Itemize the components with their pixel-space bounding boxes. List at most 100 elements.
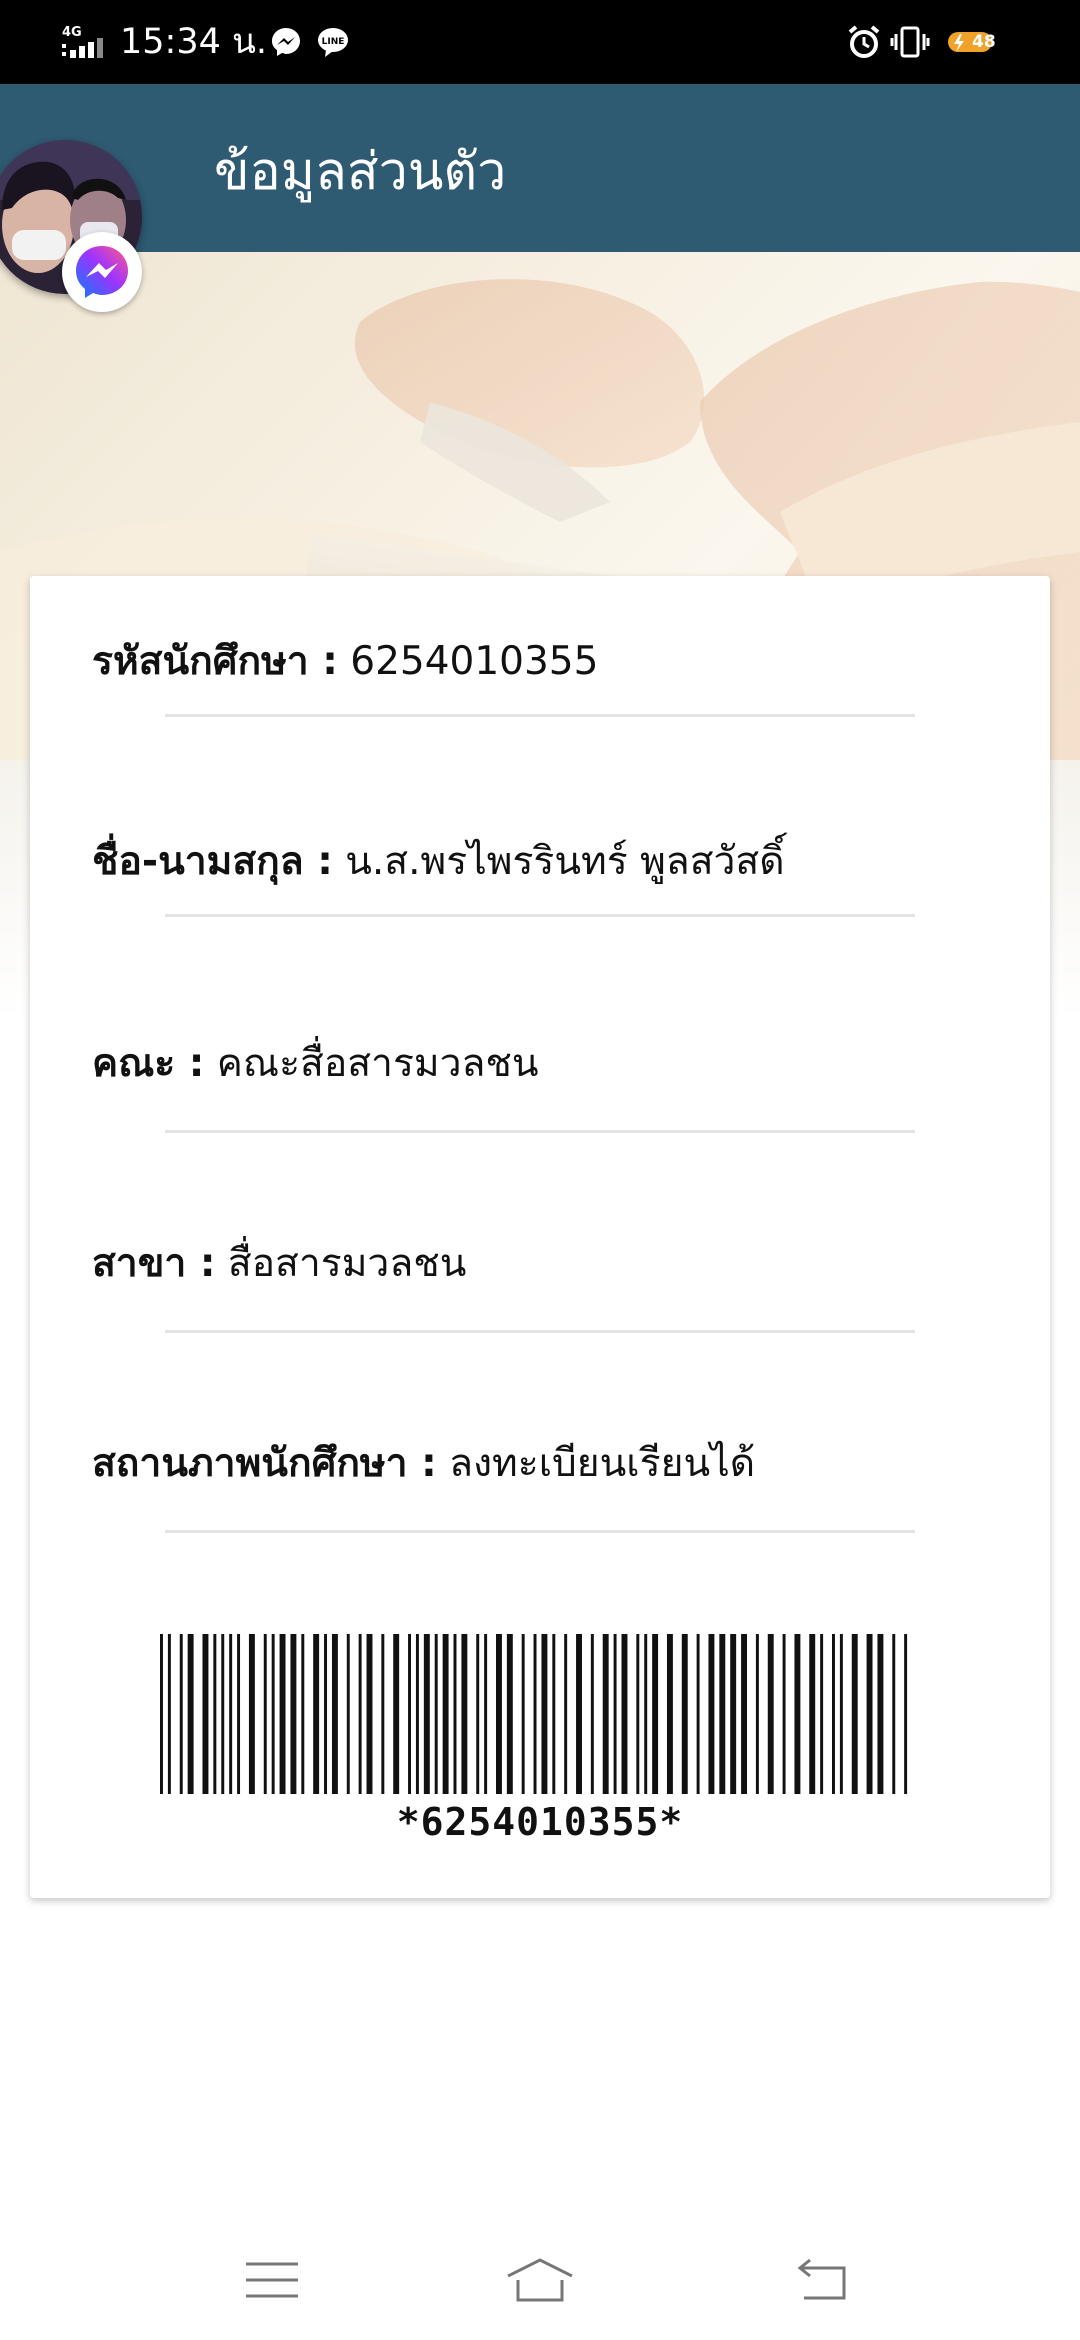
status-bar: 4G 15:34 น. LINE 48 bbox=[0, 0, 1080, 84]
barcode-bar bbox=[160, 1634, 163, 1794]
barcode-bar bbox=[904, 1634, 908, 1794]
system-navigation-bar bbox=[0, 2220, 1080, 2340]
barcode-bar bbox=[590, 1634, 594, 1794]
major-field: สาขา : สื่อสารมวลชน bbox=[92, 1238, 466, 1290]
status-time: 15:34 น. bbox=[120, 22, 268, 62]
major-value: สื่อสารมวลชน bbox=[215, 1241, 467, 1286]
faculty-field: คณะ : คณะสื่อสารมวลชน bbox=[92, 1038, 539, 1090]
barcode-bar bbox=[794, 1634, 801, 1794]
barcode-bar bbox=[476, 1634, 480, 1794]
barcode-bar bbox=[506, 1634, 513, 1794]
barcode-bar bbox=[708, 1634, 715, 1794]
barcode-bar bbox=[213, 1634, 217, 1794]
barcode-bar bbox=[461, 1634, 468, 1794]
barcode-bar bbox=[393, 1634, 400, 1794]
home-icon[interactable] bbox=[500, 2250, 580, 2310]
student-id-value: 6254010355 bbox=[337, 639, 599, 684]
alarm-icon bbox=[848, 25, 880, 58]
vibrate-icon bbox=[890, 26, 930, 58]
back-icon[interactable] bbox=[784, 2250, 864, 2310]
barcode-bar bbox=[755, 1634, 759, 1794]
barcode-bar bbox=[636, 1634, 640, 1794]
barcode-bar bbox=[730, 1634, 737, 1794]
barcode-bar bbox=[415, 1634, 419, 1794]
barcode-bar bbox=[229, 1634, 233, 1794]
barcode-bar bbox=[719, 1634, 726, 1794]
barcode-bar bbox=[866, 1634, 873, 1794]
barcode-bar bbox=[892, 1634, 896, 1794]
barcode-bar bbox=[576, 1634, 582, 1794]
barcode-bar bbox=[533, 1634, 537, 1794]
barcode-bar bbox=[301, 1634, 305, 1794]
divider bbox=[165, 1530, 915, 1533]
menu-icon[interactable] bbox=[232, 2250, 312, 2310]
divider bbox=[165, 914, 915, 917]
barcode-bar bbox=[221, 1634, 225, 1794]
barcode-bar bbox=[453, 1634, 457, 1794]
barcode-bar bbox=[423, 1634, 430, 1794]
barcode-bar bbox=[381, 1634, 385, 1794]
battery-level: 48 bbox=[972, 32, 996, 52]
full-name-value: น.ส.พรไพรรินทร์ พูลสวัสดิ์ bbox=[332, 839, 785, 884]
page-title: ข้อมูลส่วนตัว bbox=[214, 142, 507, 202]
major-label: สาขา : bbox=[92, 1241, 216, 1286]
faculty-value: คณะสื่อสารมวลชน bbox=[204, 1041, 539, 1086]
messenger-badge[interactable] bbox=[62, 232, 142, 312]
barcode-bar bbox=[820, 1634, 824, 1794]
barcode-bar bbox=[442, 1634, 449, 1794]
app-bar: ข้อมูลส่วนตัว bbox=[0, 84, 1080, 252]
barcode-bar bbox=[552, 1634, 556, 1794]
barcode-bar bbox=[782, 1634, 786, 1794]
barcode-bar bbox=[652, 1634, 659, 1794]
barcode-bar bbox=[741, 1634, 748, 1794]
barcode-bar bbox=[366, 1634, 373, 1794]
barcode-bar bbox=[202, 1634, 209, 1794]
barcode-bar bbox=[179, 1634, 183, 1794]
divider bbox=[165, 714, 915, 717]
student-status-field: สถานภาพนักศึกษา : ลงทะเบียนเรียนได้ bbox=[92, 1438, 755, 1490]
messenger-icon bbox=[76, 246, 128, 298]
barcode-bar bbox=[271, 1634, 275, 1794]
student-barcode bbox=[160, 1634, 908, 1794]
barcode-bar bbox=[434, 1634, 438, 1794]
network-type: 4G bbox=[62, 25, 82, 40]
barcode-bar bbox=[666, 1634, 673, 1794]
full-name-label: ชื่อ-นามสกุล : bbox=[92, 839, 333, 884]
barcode-bar bbox=[346, 1634, 350, 1794]
barcode-bar bbox=[832, 1634, 835, 1794]
signal-icon: 4G bbox=[62, 25, 103, 58]
barcode-bar bbox=[290, 1634, 297, 1794]
barcode-bar bbox=[877, 1634, 884, 1794]
barcode-bar bbox=[167, 1634, 171, 1794]
barcode-bar bbox=[331, 1634, 338, 1794]
barcode-bar bbox=[279, 1634, 286, 1794]
student-id-label: รหัสนักศึกษา : bbox=[92, 639, 338, 684]
barcode-bar bbox=[613, 1634, 617, 1794]
divider bbox=[165, 1330, 915, 1333]
barcode-bar bbox=[621, 1634, 628, 1794]
faculty-label: คณะ : bbox=[92, 1041, 205, 1086]
svg-text:LINE: LINE bbox=[322, 37, 345, 47]
barcode-bar bbox=[809, 1634, 816, 1794]
barcode-bar bbox=[564, 1634, 568, 1794]
barcode-bar bbox=[484, 1634, 488, 1794]
student-id-field: รหัสนักศึกษา : 6254010355 bbox=[92, 636, 598, 688]
line-notification-icon: LINE bbox=[318, 28, 348, 57]
barcode-bar bbox=[767, 1634, 774, 1794]
full-name-field: ชื่อ-นามสกุล : น.ส.พรไพรรินทร์ พูลสวัสดิ… bbox=[92, 836, 785, 888]
barcode-bar bbox=[541, 1634, 548, 1794]
student-info-card: รหัสนักศึกษา : 6254010355 ชื่อ-นามสกุล :… bbox=[30, 576, 1050, 1898]
barcode-bar bbox=[358, 1634, 362, 1794]
messenger-notification-icon bbox=[272, 28, 300, 56]
student-status-label: สถานภาพนักศึกษา : bbox=[92, 1441, 437, 1486]
barcode-bar bbox=[324, 1634, 328, 1794]
barcode-bar bbox=[313, 1634, 320, 1794]
barcode-bar bbox=[496, 1634, 502, 1794]
barcode-bar bbox=[839, 1634, 843, 1794]
barcode-bar bbox=[602, 1634, 609, 1794]
barcode-bar bbox=[681, 1634, 688, 1794]
student-status-value: ลงทะเบียนเรียนได้ bbox=[436, 1441, 756, 1486]
messenger-chat-head[interactable] bbox=[0, 140, 148, 312]
barcode-bar bbox=[408, 1634, 412, 1794]
barcode-bar bbox=[263, 1634, 267, 1794]
